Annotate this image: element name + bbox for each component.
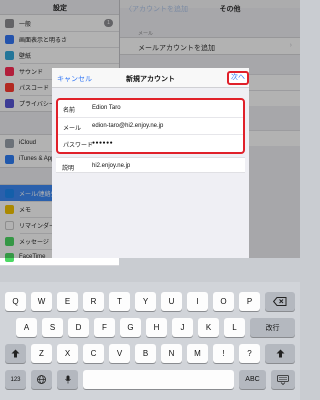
keyboard-row-1: Q W E R T Y U I O P [0, 292, 300, 311]
key-h[interactable]: H [146, 318, 167, 337]
key-t[interactable]: T [109, 292, 130, 311]
dictation-key[interactable] [57, 370, 78, 389]
key-l[interactable]: L [224, 318, 245, 337]
key-c[interactable]: C [83, 344, 104, 363]
keyboard-row-3: Z X C V B N M ! ? [0, 344, 300, 363]
key-n[interactable]: N [161, 344, 182, 363]
email-field-row[interactable]: メール edion-taro@hi2.enjoy.ne.jp [58, 117, 243, 134]
backspace-key[interactable] [265, 292, 295, 311]
key-i[interactable]: I [187, 292, 208, 311]
space-key[interactable] [83, 370, 234, 389]
key-x[interactable]: X [57, 344, 78, 363]
keyboard-dismiss-key[interactable] [271, 370, 295, 389]
key-a[interactable]: A [16, 318, 37, 337]
keyboard: Q W E R T Y U I O P A S D F G H J K L 改行… [0, 282, 300, 400]
description-field[interactable]: hi2.enjoy.ne.jp [92, 163, 130, 169]
key-d[interactable]: D [68, 318, 89, 337]
name-field-row[interactable]: 名前 Edion Taro [58, 100, 243, 117]
key-b[interactable]: B [135, 344, 156, 363]
email-label: メール [63, 126, 82, 132]
key-e[interactable]: E [57, 292, 78, 311]
backspace-icon [273, 297, 287, 306]
shift-icon [11, 349, 20, 358]
key-u[interactable]: U [161, 292, 182, 311]
shift-key[interactable] [5, 344, 26, 363]
password-field-row[interactable]: パスワード ●●●●●● [58, 134, 243, 151]
keyboard-row-4: 123 ABC [0, 370, 300, 389]
keyboard-row-2: A S D F G H J K L 改行 [0, 318, 300, 337]
shift-icon [276, 349, 284, 358]
key-s[interactable]: S [42, 318, 63, 337]
key-k[interactable]: K [198, 318, 219, 337]
sheet-title: 新規アカウント [126, 76, 175, 83]
email-field[interactable]: edion-taro@hi2.enjoy.ne.jp [92, 123, 163, 129]
return-key[interactable]: 改行 [250, 318, 295, 337]
key-q[interactable]: Q [5, 292, 26, 311]
key-y[interactable]: Y [135, 292, 156, 311]
keyboard-dismiss-icon [277, 374, 289, 385]
new-account-sheet: キャンセル 新規アカウント 次へ 名前 Edion Taro メール edion… [52, 68, 249, 258]
password-label: パスワード [63, 143, 94, 149]
account-form: 名前 Edion Taro メール edion-taro@hi2.enjoy.n… [56, 98, 245, 154]
key-p[interactable]: P [239, 292, 260, 311]
key-o[interactable]: O [213, 292, 234, 311]
description-field-row[interactable]: 説明 hi2.enjoy.ne.jp [56, 157, 245, 173]
key-f[interactable]: F [94, 318, 115, 337]
password-field[interactable]: ●●●●●● [92, 140, 113, 146]
sheet-nav-bar: キャンセル 新規アカウント 次へ [52, 68, 249, 88]
key-r[interactable]: R [83, 292, 104, 311]
globe-icon [37, 375, 46, 384]
abc-key[interactable]: ABC [239, 370, 266, 389]
numbers-key[interactable]: 123 [5, 370, 26, 389]
next-button[interactable]: 次へ [227, 71, 249, 85]
name-field[interactable]: Edion Taro [92, 105, 121, 111]
key-z[interactable]: Z [31, 344, 52, 363]
key-exclamation[interactable]: ! [213, 344, 234, 363]
key-question[interactable]: ? [239, 344, 260, 363]
key-m[interactable]: M [187, 344, 208, 363]
globe-key[interactable] [31, 370, 52, 389]
description-label: 説明 [62, 166, 75, 172]
key-j[interactable]: J [172, 318, 193, 337]
key-v[interactable]: V [109, 344, 130, 363]
name-label: 名前 [63, 108, 76, 114]
key-w[interactable]: W [31, 292, 52, 311]
shift-key-right[interactable] [265, 344, 295, 363]
key-g[interactable]: G [120, 318, 141, 337]
microphone-icon [64, 375, 71, 384]
